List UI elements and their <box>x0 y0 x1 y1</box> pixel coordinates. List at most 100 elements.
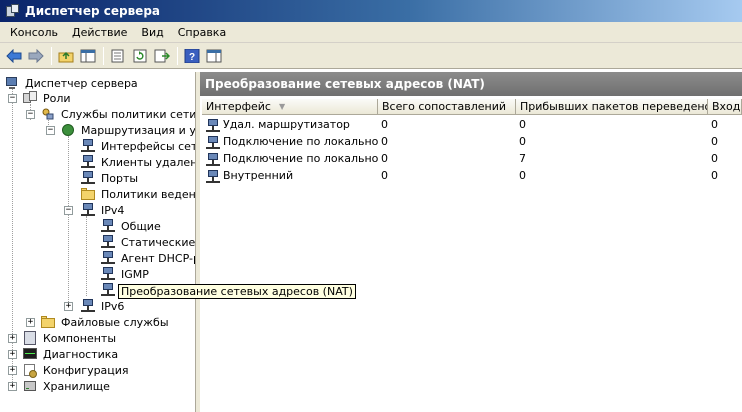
tree-expander[interactable]: + <box>8 350 17 359</box>
tree-item-ipv4[interactable]: IPv4 <box>80 202 126 218</box>
list-header: Интерфейс ▼ Всего сопоставлений Прибывши… <box>202 99 742 115</box>
menu-action[interactable]: Действие <box>65 24 134 41</box>
show-hide-tree-icon[interactable] <box>78 46 98 66</box>
table-row[interactable]: Подключение по локальной... 0 0 0 <box>202 133 742 150</box>
menu-help[interactable]: Справка <box>171 24 233 41</box>
menu-console[interactable]: Консоль <box>3 24 65 41</box>
tree-item-label: IPv4 <box>101 203 125 217</box>
properties-icon[interactable] <box>108 46 128 66</box>
tree-item-label: Статические м <box>121 235 196 249</box>
tree-expander[interactable]: − <box>8 94 17 103</box>
storage-icon <box>22 378 38 394</box>
network-policy-icon <box>40 106 56 122</box>
table-row[interactable]: Внутренний 0 0 0 <box>202 167 742 184</box>
network-interface-icon <box>205 118 221 132</box>
network-interface-icon <box>100 282 116 298</box>
tree-expander[interactable]: + <box>26 318 35 327</box>
cell-other: 0 <box>711 152 718 165</box>
network-interface-icon <box>80 154 96 170</box>
tree-item-label: Агент DHCP-ре <box>121 251 195 265</box>
tree-expander[interactable]: − <box>26 110 35 119</box>
network-interface-icon <box>80 170 96 186</box>
tree-item-label: Общие <box>121 219 161 233</box>
tree-expander[interactable]: + <box>8 334 17 343</box>
table-row[interactable]: Подключение по локальной... 0 7 0 <box>202 150 742 167</box>
column-inbound-translated[interactable]: Прибывших пакетов переведено <box>516 99 708 115</box>
tree-item-igmp[interactable]: IGMP <box>100 266 151 282</box>
tree-item-label[interactable]: Преобразование сетевых адресов (NAT) <box>118 283 356 299</box>
tree-item-label: Интерфейсы сети <box>101 139 196 153</box>
tree-expander[interactable]: + <box>8 366 17 375</box>
console-tree[interactable]: Диспетчер сервера − Роли − Службы полити… <box>0 72 196 412</box>
column-label: Интерфейс <box>206 100 271 113</box>
menu-view[interactable]: Вид <box>134 24 170 41</box>
tree-item-configuration[interactable]: Конфигурация <box>22 362 131 378</box>
tree-item-static-routes[interactable]: Статические м <box>100 234 196 250</box>
tree-item-file-services[interactable]: Файловые службы <box>40 314 171 330</box>
forward-arrow-icon[interactable] <box>26 46 46 66</box>
tree-expander[interactable]: + <box>64 302 73 311</box>
help-icon[interactable]: ? <box>182 46 202 66</box>
tree-item-remote-clients[interactable]: Клиенты удаленн <box>80 154 196 170</box>
tree-item-label: Службы политики сети и <box>61 107 196 121</box>
computer-icon <box>4 75 20 91</box>
tree-item-nat[interactable] <box>100 282 119 298</box>
cell-inbound: 0 <box>519 118 526 131</box>
tree-expander[interactable]: − <box>46 126 55 135</box>
column-total-mappings[interactable]: Всего сопоставлений <box>378 99 516 115</box>
network-interface-icon <box>100 234 116 250</box>
toolbar-separator <box>103 46 104 65</box>
tree-item-nat-label-wrap: Преобразование сетевых адресов (NAT) <box>118 283 356 299</box>
tree-item-ports[interactable]: Порты <box>80 170 140 186</box>
svg-text:?: ? <box>189 52 195 63</box>
roles-icon <box>22 90 38 106</box>
tree-item-server-manager[interactable]: Диспетчер сервера <box>4 75 140 91</box>
column-label: Прибывших пакетов переведено <box>520 100 708 113</box>
cell-mappings: 0 <box>381 152 388 165</box>
tree-item-ipv6[interactable]: IPv6 <box>80 298 126 314</box>
refresh-icon[interactable] <box>130 46 150 66</box>
tree-item-general[interactable]: Общие <box>100 218 163 234</box>
column-label: Всего сопоставлений <box>382 100 507 113</box>
network-interface-icon <box>80 138 96 154</box>
tree-item-label: Файловые службы <box>61 315 169 329</box>
table-row[interactable]: Удал. маршрутизатор 0 0 0 <box>202 116 742 133</box>
tree-item-network-interfaces[interactable]: Интерфейсы сети <box>80 138 196 154</box>
folder-icon <box>80 186 96 202</box>
tree-item-label: IGMP <box>121 267 149 281</box>
tree-item-features[interactable]: Компоненты <box>22 330 118 346</box>
diagnostics-icon <box>22 346 38 362</box>
column-label: Входя <box>712 100 741 113</box>
tree-item-routing[interactable]: Маршрутизация и уда <box>60 122 195 138</box>
tree-item-dhcp-relay[interactable]: Агент DHCP-ре <box>100 250 195 266</box>
tree-item-network-policy[interactable]: Службы политики сети и <box>40 106 196 122</box>
components-icon <box>22 330 38 346</box>
back-arrow-icon[interactable] <box>4 46 24 66</box>
tree-item-label: Порты <box>101 171 139 185</box>
show-hide-action-pane-icon[interactable] <box>204 46 224 66</box>
cell-mappings: 0 <box>381 169 388 182</box>
toolbar-separator <box>177 46 178 65</box>
tree-item-storage[interactable]: Хранилище <box>22 378 112 394</box>
network-interface-icon <box>205 135 221 149</box>
tree-item-diagnostics[interactable]: Диагностика <box>22 346 120 362</box>
folder-icon <box>40 314 56 330</box>
tree-item-label: Клиенты удаленн <box>101 155 196 169</box>
cell-interface: Подключение по локальной... <box>223 152 378 165</box>
column-interface[interactable]: Интерфейс ▼ <box>202 99 378 115</box>
up-folder-icon[interactable] <box>56 46 76 66</box>
toolbar-separator <box>51 46 52 65</box>
network-interface-icon <box>100 218 116 234</box>
tree-item-roles[interactable]: Роли <box>22 90 73 106</box>
column-more[interactable]: Входя <box>708 99 742 115</box>
cell-mappings: 0 <box>381 135 388 148</box>
export-list-icon[interactable] <box>152 46 172 66</box>
tree-item-logging-policies[interactable]: Политики ведения <box>80 186 195 202</box>
tree-item-label: IPv6 <box>101 299 125 313</box>
network-interface-icon <box>80 298 96 314</box>
tree-expander[interactable]: + <box>8 382 17 391</box>
tree-expander[interactable]: − <box>64 206 73 215</box>
tree-item-label: Роли <box>43 91 71 105</box>
tree-item-label: Конфигурация <box>43 363 129 377</box>
menu-bar: Консоль Действие Вид Справка <box>0 22 742 43</box>
